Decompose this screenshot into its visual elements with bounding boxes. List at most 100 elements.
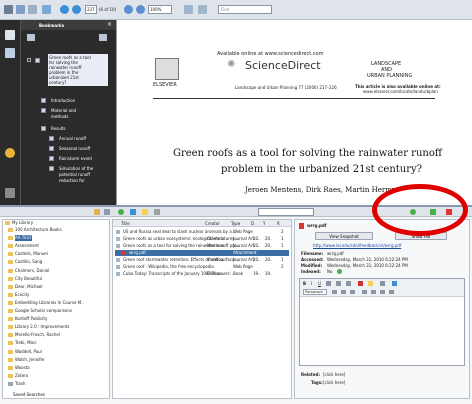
bookmark-results[interactable]: Results xyxy=(51,126,65,131)
table-row[interactable]: wrrg.pdf Attachment xyxy=(115,250,289,256)
print-icon[interactable] xyxy=(4,5,13,14)
col-d[interactable]: D xyxy=(251,221,254,226)
library-collection-item[interactable]: Waddell, Paul xyxy=(8,349,42,355)
bookmark-icon[interactable] xyxy=(5,48,15,58)
bookmark-menu-icon[interactable] xyxy=(99,34,107,41)
fit-width-icon[interactable] xyxy=(198,5,207,14)
clear-format-icon[interactable] xyxy=(380,281,385,286)
library-collection-item[interactable]: Castells, Manuel xyxy=(8,251,48,257)
align-right-icon[interactable] xyxy=(350,290,355,294)
related-link[interactable]: [click here] xyxy=(323,372,345,377)
text-color-icon[interactable] xyxy=(358,281,363,286)
new-collection-icon[interactable] xyxy=(94,209,100,215)
library-collection-item[interactable]: Library 2.0 : Improvements xyxy=(8,324,70,330)
underline-button[interactable]: U xyxy=(318,281,321,286)
bookmark-material[interactable]: Material and xyxy=(51,108,76,113)
close-icon[interactable]: × xyxy=(107,22,113,28)
attachments-icon[interactable] xyxy=(5,188,15,198)
library-collection-item[interactable]: Ecocity xyxy=(8,292,29,298)
actions-icon[interactable] xyxy=(104,209,110,215)
library-collection-item[interactable]: Woosta xyxy=(8,365,30,371)
col-y[interactable]: Y xyxy=(263,221,265,226)
table-row[interactable]: Green roofs as a tool for solving the ra… xyxy=(115,243,289,249)
library-collection-item[interactable]: Assessment xyxy=(8,243,39,249)
table-row[interactable]: Green roofs as urban ecosystems: ecologi… xyxy=(115,236,289,242)
reindex-icon[interactable] xyxy=(337,269,342,274)
bookmark-main[interactable]: Green roofs as a tool for solving the ra… xyxy=(48,54,108,86)
new-note-icon[interactable] xyxy=(142,209,148,215)
bookmark-simulation[interactable]: Simulation of the xyxy=(59,166,93,171)
format-select[interactable]: Paragraph xyxy=(303,289,327,295)
bookmark-options-icon[interactable] xyxy=(27,34,35,41)
find-input[interactable]: Find xyxy=(218,5,272,14)
highlight-icon[interactable] xyxy=(368,281,373,286)
collection-label: AA TEST xyxy=(15,235,32,241)
pages-icon[interactable] xyxy=(5,30,15,40)
folder-icon xyxy=(8,349,13,354)
bookmark-collapse-icon[interactable] xyxy=(27,58,31,62)
fit-page-icon[interactable] xyxy=(184,5,193,14)
bookmarks-title: Bookmarks xyxy=(39,23,65,28)
zoom-in-icon[interactable] xyxy=(136,5,145,14)
comments-icon[interactable] xyxy=(5,148,15,158)
library-collection-item[interactable]: Chalmers, Daniel xyxy=(8,268,49,274)
library-collection-item[interactable]: Trash xyxy=(8,381,26,387)
table-row[interactable]: Green roof - Wikipedia, the free encyclo… xyxy=(115,264,289,270)
italic-button[interactable]: I xyxy=(311,281,312,286)
align-left-icon[interactable] xyxy=(332,290,337,294)
superscript-icon[interactable] xyxy=(336,281,341,286)
add-by-id-icon[interactable] xyxy=(130,209,136,215)
new-item-icon[interactable] xyxy=(118,209,124,215)
library-collection-item[interactable]: Google Scholar comparisons xyxy=(8,308,72,314)
numbered-list-icon[interactable] xyxy=(371,290,376,294)
col-creator[interactable]: Creator xyxy=(205,221,220,226)
next-page-icon[interactable] xyxy=(72,5,81,14)
library-collection-item[interactable]: Dear, Michael xyxy=(8,284,43,290)
table-row[interactable]: US and Russia seal deal to slash nuclear… xyxy=(115,229,289,235)
outdent-icon[interactable] xyxy=(380,290,385,294)
bookmark-annual[interactable]: Annual runoff xyxy=(59,136,86,141)
library-collection-item[interactable]: Trebi, Marc xyxy=(8,340,37,346)
comment-icon[interactable] xyxy=(42,5,51,14)
library-collection-item[interactable]: City Beautiful xyxy=(8,276,42,282)
share-icon[interactable] xyxy=(28,5,37,14)
table-row[interactable]: Cuba Today: Transcripts of the January 1… xyxy=(115,271,289,277)
table-row[interactable]: Green roof stormwater retention: Effects… xyxy=(115,257,289,263)
library-collection-item[interactable]: Walsh, Jennifer xyxy=(8,357,45,363)
library-collection-item[interactable]: AA TEST xyxy=(8,235,32,242)
library-collection-item[interactable]: Castillo, Sang xyxy=(8,259,42,265)
bookmark-rainstorm[interactable]: Rainstorm event xyxy=(59,156,92,161)
library-collection-item[interactable]: Morello-Frosch, Rachel xyxy=(8,332,60,338)
library-collection-item[interactable]: Embedding Libraries In Course M.. xyxy=(8,300,84,306)
note-editor[interactable]: B I U Paragraph xyxy=(299,278,465,366)
col-title[interactable]: Title xyxy=(121,221,130,226)
bold-button[interactable]: B xyxy=(303,281,306,286)
tags-link[interactable]: [click here] xyxy=(323,380,345,385)
subscript-icon[interactable] xyxy=(346,281,351,286)
cell-d: 20.. xyxy=(253,236,261,241)
col-r[interactable]: R xyxy=(277,221,280,226)
prev-page-icon[interactable] xyxy=(60,5,69,14)
library-collection-item[interactable]: Zotero xyxy=(8,373,28,379)
library-root[interactable]: My Library xyxy=(5,220,33,226)
page-number-input[interactable]: 237 xyxy=(85,5,97,14)
library-collection-item[interactable]: Kontoff Publicity xyxy=(8,316,47,322)
zoom-select[interactable]: 100% xyxy=(148,5,172,14)
align-center-icon[interactable] xyxy=(341,290,346,294)
zoom-out-icon[interactable] xyxy=(124,5,133,14)
link-icon[interactable] xyxy=(392,281,397,286)
online-url: www.elsevier.com/locate/landurbplan xyxy=(363,89,438,94)
view-snapshot-button[interactable]: View Snapshot xyxy=(315,232,373,240)
search-input[interactable] xyxy=(258,208,314,216)
saved-searches-footer[interactable]: Saved Searches xyxy=(5,392,45,398)
bookmark-seasonal[interactable]: Seasonal runoff xyxy=(59,146,90,151)
attachment-url-link[interactable]: http://www.lacedu/sde/lfeedback/cl/wrrg.… xyxy=(313,243,401,248)
bookmark-introduction[interactable]: Introduction xyxy=(51,98,75,103)
col-type[interactable]: Type xyxy=(231,221,240,226)
indent-icon[interactable] xyxy=(389,290,394,294)
library-collection-item[interactable]: 100 Architecture Books xyxy=(8,227,62,233)
bullet-list-icon[interactable] xyxy=(362,290,367,294)
save-icon[interactable] xyxy=(16,5,25,14)
attach-icon[interactable] xyxy=(154,209,160,215)
strikethrough-icon[interactable] xyxy=(326,281,331,286)
